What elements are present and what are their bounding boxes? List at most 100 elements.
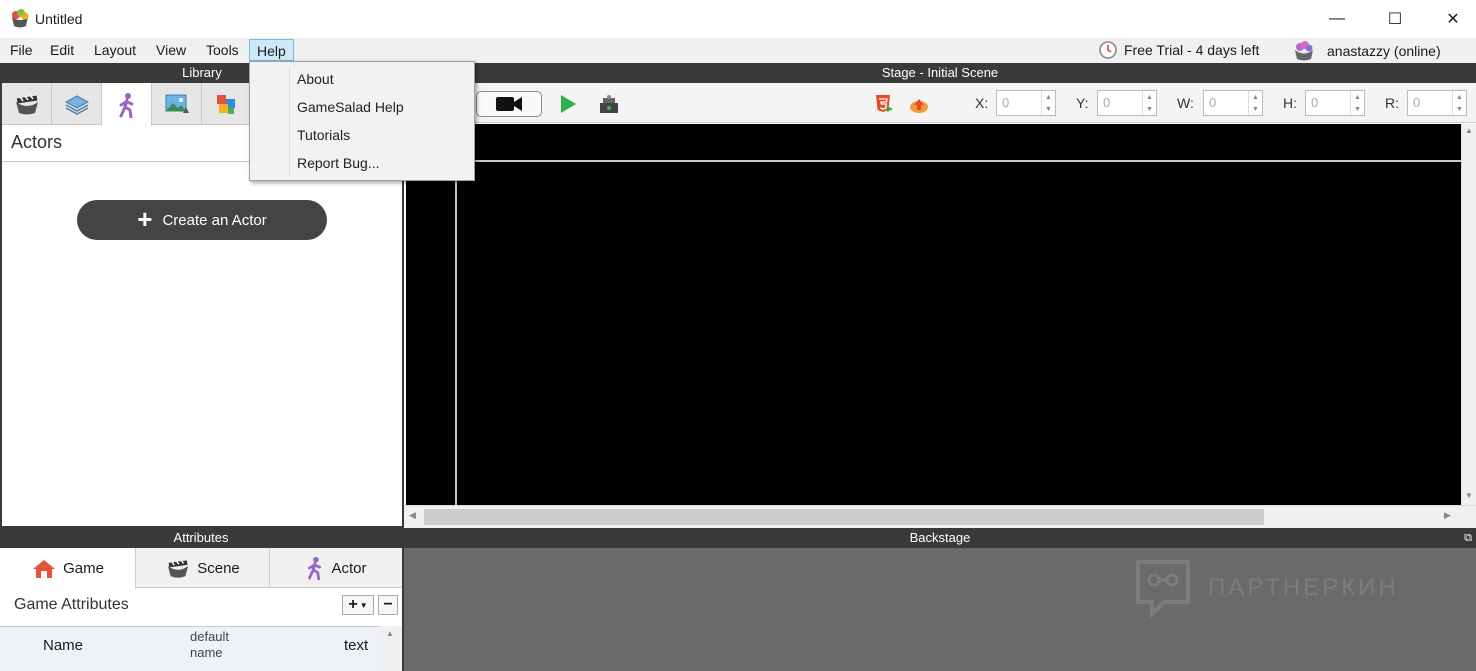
x-input[interactable]: 0 ▲ ▼ [996,90,1056,116]
scroll-up-icon[interactable]: ▲ [1465,126,1473,135]
scroll-up-icon[interactable]: ▲ [386,629,394,638]
home-icon [33,559,56,578]
menu-layout[interactable]: Layout [87,39,143,61]
scene-boundary-left [455,160,457,505]
minimize-button[interactable]: — [1308,0,1366,38]
chevron-down-icon: ▼ [359,600,368,610]
tab-actor-label: Actor [331,559,367,577]
user-status[interactable]: anastazzy (online) [1293,40,1441,62]
backstage-title: Backstage [909,530,971,545]
stage-canvas[interactable] [406,124,1461,505]
w-value: 0 [1209,95,1217,110]
attributes-scrollbar[interactable]: ▲ [380,626,402,671]
attr-value-line2: name [190,645,223,660]
window-title: Untitled [35,11,83,27]
scroll-right-icon[interactable]: ▶ [1444,510,1451,521]
close-button[interactable]: ✕ [1424,0,1476,38]
menu-view[interactable]: View [149,39,193,61]
w-spinner[interactable]: ▲ ▼ [1248,91,1262,115]
game-attributes-title: Game Attributes [14,596,129,613]
x-label: X: [975,95,989,111]
plus-icon: + [137,204,153,234]
attributes-tabs: Game Scene Actor [0,548,402,589]
y-input[interactable]: 0 ▲ ▼ [1097,90,1157,116]
r-label: R: [1385,95,1399,111]
stage-toolbar: X: 0 ▲ ▼ Y: 0 ▲ ▼ W: 0 ▲ ▼ H: 0 ▲ ▼ R: 0 ▲ ▼ [404,83,1476,123]
title-bar: Untitled — ☐ ✕ [0,0,1476,38]
scroll-down-icon[interactable]: ▼ [1465,491,1473,500]
stage-panel: Stage - Initial Scene X: 0 ▲ ▼ Y: 0 ▲ ▼ … [404,63,1476,528]
tab-game-label: Game [63,560,104,577]
horizontal-scroll-thumb[interactable] [424,509,1264,525]
watermark-logo-icon [1136,560,1190,618]
r-value: 0 [1413,95,1421,110]
h-spinner[interactable]: ▲ ▼ [1350,91,1364,115]
backstage-panel: Backstage ⧉ ПАРТНЕРКИН [404,528,1476,671]
add-attribute-button[interactable]: + ▼ [342,595,374,615]
trial-status[interactable]: Free Trial - 4 days left [1098,40,1259,60]
menu-file[interactable]: File [3,39,40,61]
gamesalad-app-icon [12,9,29,28]
video-camera-icon [496,97,522,111]
user-name: anastazzy (online) [1327,43,1441,59]
tab-behaviors[interactable] [202,83,252,125]
create-actor-button[interactable]: + Create an Actor [77,200,327,240]
tab-game[interactable]: Game [0,548,136,589]
menu-item-gamesalad-help[interactable]: GameSalad Help [297,94,404,120]
menu-item-tutorials[interactable]: Tutorials [297,122,350,148]
tab-scenes[interactable] [2,83,52,125]
stage-horizontal-scrollbar[interactable]: ◀ ▶ [404,505,1476,528]
stage-vertical-scrollbar[interactable]: ▲ ▼ [1461,124,1476,505]
clapper-icon [168,559,189,578]
x-spinner[interactable]: ▲ ▼ [1041,91,1055,115]
scroll-left-icon[interactable]: ◀ [409,510,416,521]
attr-name-label: Name [43,637,84,654]
y-label: Y: [1076,95,1089,111]
menu-help[interactable]: Help [249,39,294,61]
menu-tools[interactable]: Tools [199,39,246,61]
tab-actor[interactable]: Actor [270,548,402,588]
user-avatar-icon [1295,41,1313,61]
r-input[interactable]: 0 ▲ ▼ [1407,90,1467,116]
clock-icon [1099,41,1117,59]
create-actor-label: Create an Actor [162,211,267,229]
attr-type: text [344,637,369,654]
help-dropdown-menu: About GameSalad Help Tutorials Report Bu… [249,61,475,181]
w-input[interactable]: 0 ▲ ▼ [1203,90,1263,116]
behaviors-blocks-icon [216,95,235,114]
h-value: 0 [1311,95,1319,110]
watermark-text: ПАРТНЕРКИН [1208,574,1399,601]
remove-attribute-button[interactable]: − [378,595,398,615]
image-icon [165,94,189,113]
menu-item-report-bug[interactable]: Report Bug... [297,150,380,176]
publish-cloud-icon[interactable] [908,95,930,115]
tab-actors[interactable] [102,83,152,126]
watermark: ПАРТНЕРКИН [1134,558,1399,618]
w-label: W: [1177,95,1194,111]
r-spinner[interactable]: ▲ ▼ [1452,91,1466,115]
clapper-icon [15,94,38,115]
h-label: H: [1283,95,1297,111]
attr-value[interactable]: default name [190,629,229,661]
menu-item-about[interactable]: About [297,66,334,92]
maximize-button[interactable]: ☐ [1366,0,1424,38]
table-row[interactable]: Name default name text [0,626,380,671]
h-input[interactable]: 0 ▲ ▼ [1305,90,1365,116]
html5-icon[interactable] [874,94,894,114]
play-icon[interactable] [558,94,578,114]
tab-scene[interactable]: Scene [136,548,270,588]
backstage-header: Backstage ⧉ [404,528,1476,548]
tab-scene-label: Scene [197,559,240,577]
stage-header: Stage - Initial Scene [404,63,1476,83]
menu-edit[interactable]: Edit [43,39,81,61]
actor-figure-icon [308,556,322,580]
menu-gutter-divider [289,66,290,176]
arcade-publish-icon[interactable] [598,94,620,114]
y-spinner[interactable]: ▲ ▼ [1142,91,1156,115]
camera-button[interactable] [476,91,542,117]
x-value: 0 [1002,95,1010,110]
restore-window-icon[interactable]: ⧉ [1464,528,1472,548]
tab-images[interactable] [152,83,202,125]
trial-text: Free Trial - 4 days left [1124,42,1260,58]
tab-layers[interactable] [52,83,102,125]
